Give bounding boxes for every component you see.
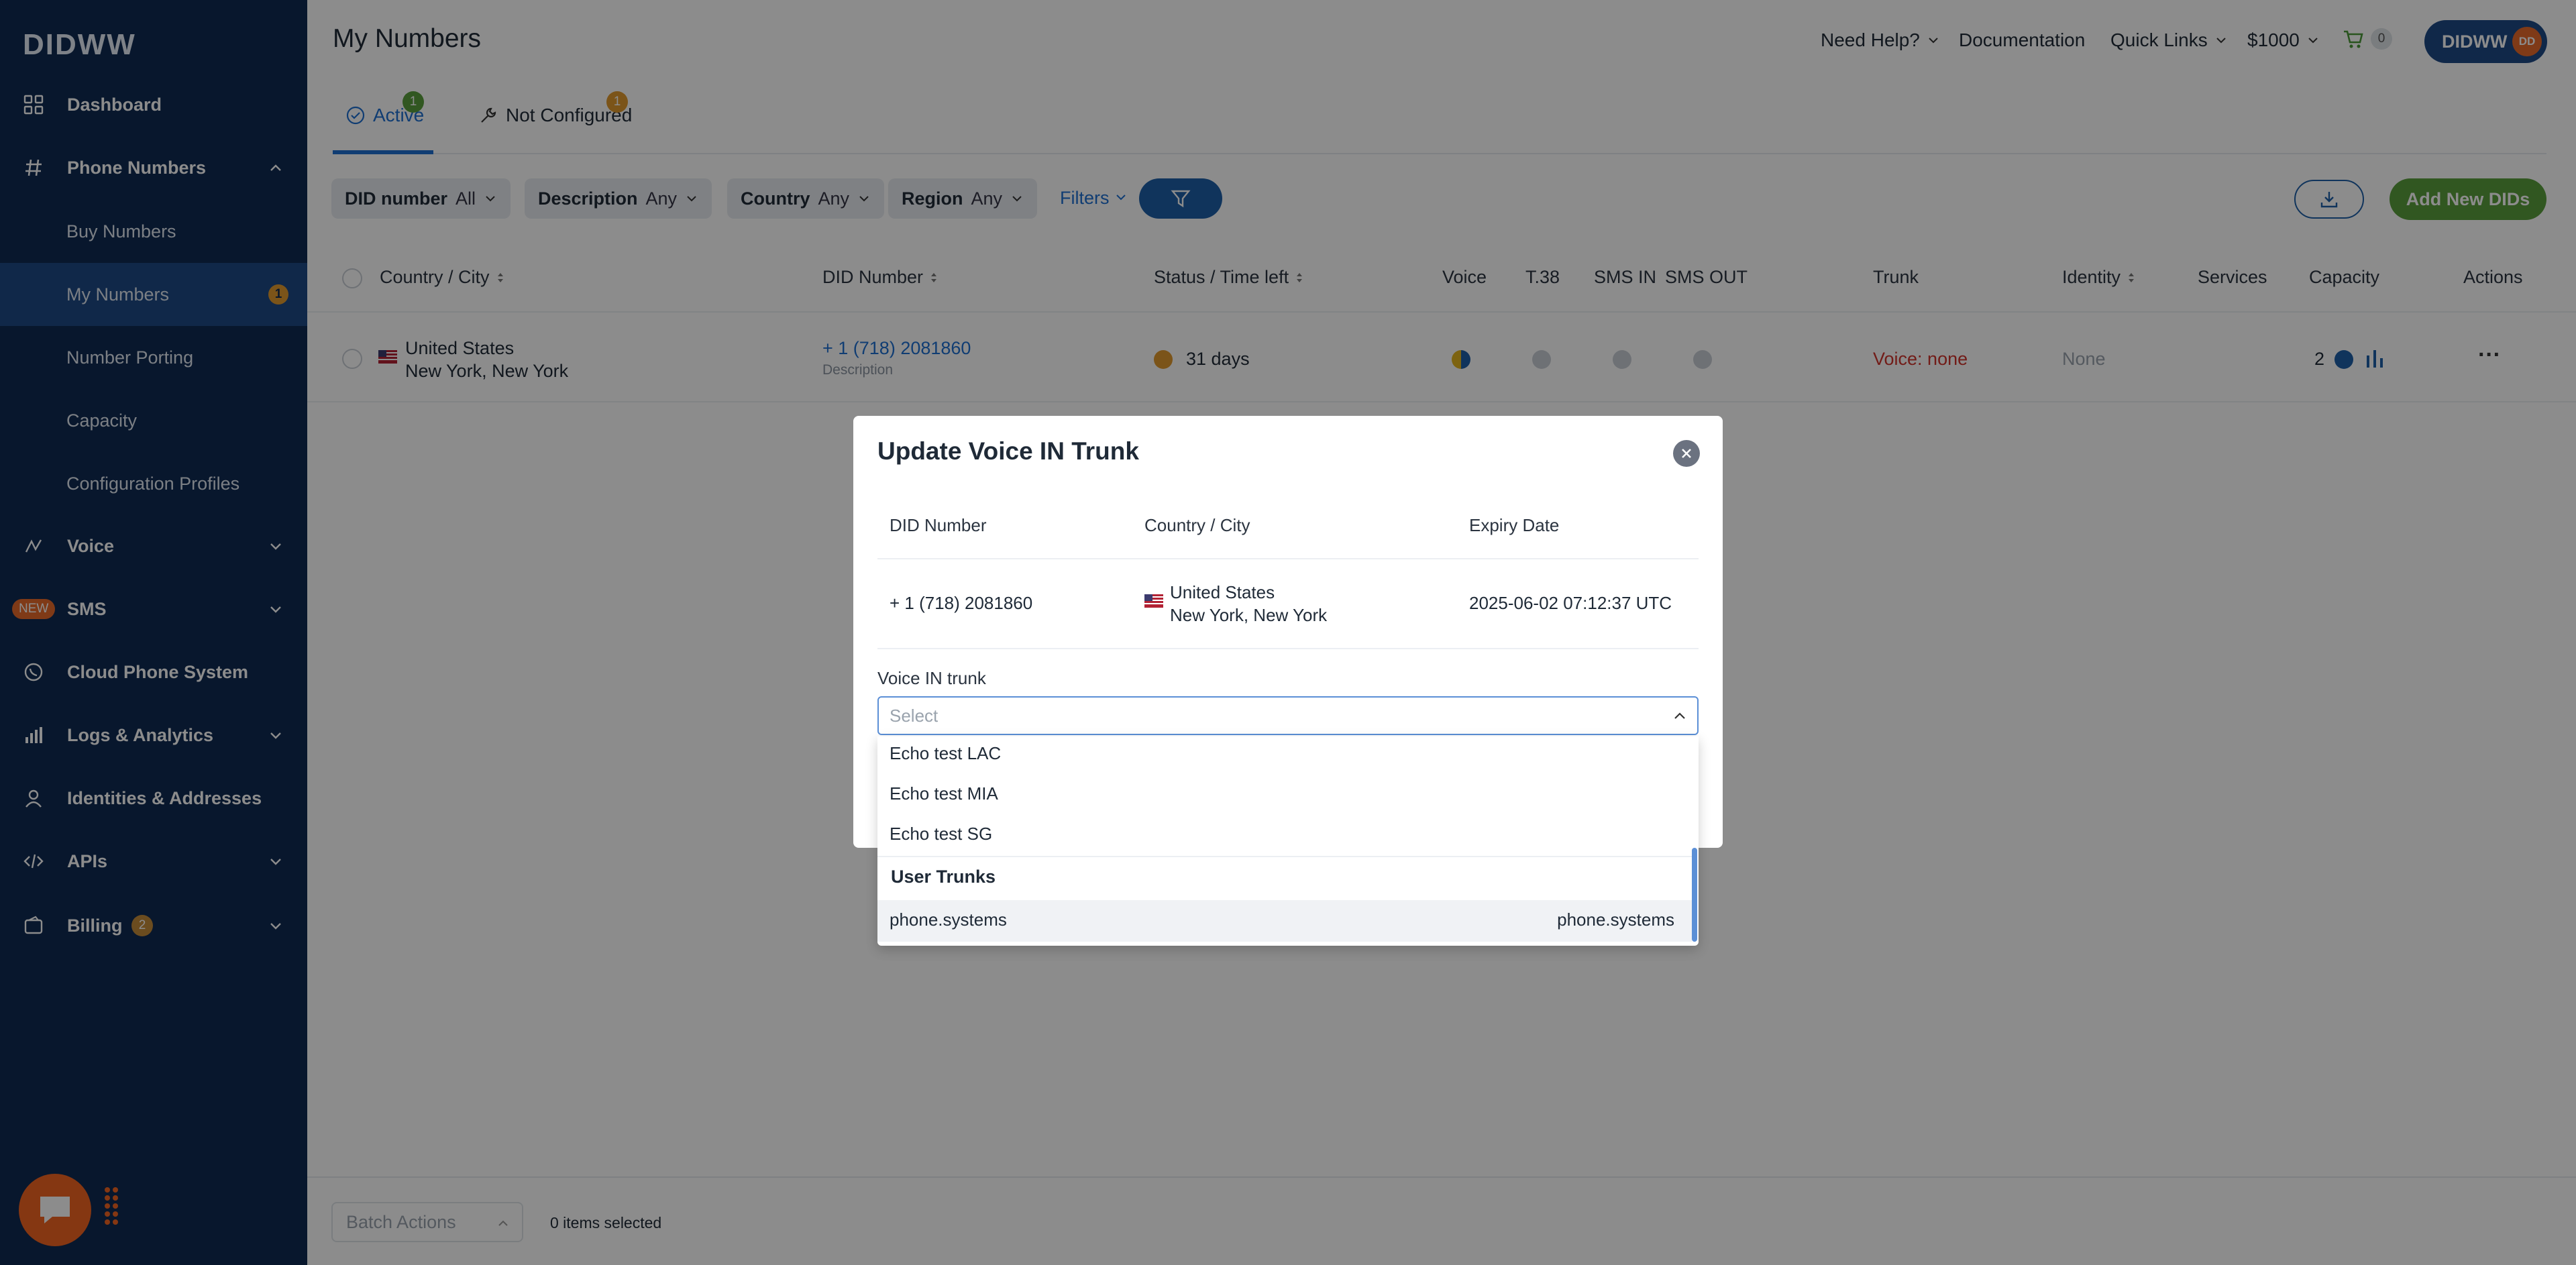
- option-name: phone.systems: [890, 910, 1007, 930]
- dropdown-option[interactable]: Echo test SG: [890, 824, 992, 844]
- us-flag-icon: [1144, 594, 1163, 608]
- dropdown-option[interactable]: Echo test LAC: [890, 743, 1001, 764]
- voice-in-trunk-label: Voice IN trunk: [877, 668, 986, 688]
- dropdown-group-header: User Trunks: [891, 867, 996, 887]
- close-icon: [1682, 449, 1691, 458]
- voice-in-trunk-select[interactable]: Select: [877, 696, 1699, 735]
- close-button[interactable]: [1673, 440, 1700, 467]
- option-detail: phone.systems: [1557, 910, 1674, 930]
- modal-country: United States: [1170, 582, 1275, 602]
- modal-city: New York, New York: [1170, 605, 1328, 625]
- modal-title: Update Voice IN Trunk: [877, 437, 1139, 465]
- dropdown-option[interactable]: Echo test MIA: [890, 783, 998, 804]
- modal-column-header: Expiry Date: [1469, 515, 1560, 535]
- dropdown-option-user-trunk[interactable]: phone.systems phone.systems: [877, 900, 1692, 942]
- divider: [877, 558, 1699, 559]
- modal-did: + 1 (718) 2081860: [890, 593, 1033, 613]
- chevron-up-icon: [1674, 712, 1685, 719]
- modal-column-header: DID Number: [890, 515, 987, 535]
- dropdown-scrollbar[interactable]: [1692, 848, 1697, 942]
- modal-expiry: 2025-06-02 07:12:37 UTC: [1469, 593, 1672, 613]
- divider: [877, 648, 1699, 649]
- voice-in-trunk-dropdown: Echo test LAC Echo test MIA Echo test SG…: [877, 736, 1699, 946]
- modal-column-header: Country / City: [1144, 515, 1250, 535]
- divider: [877, 856, 1692, 857]
- select-placeholder: Select: [890, 705, 938, 726]
